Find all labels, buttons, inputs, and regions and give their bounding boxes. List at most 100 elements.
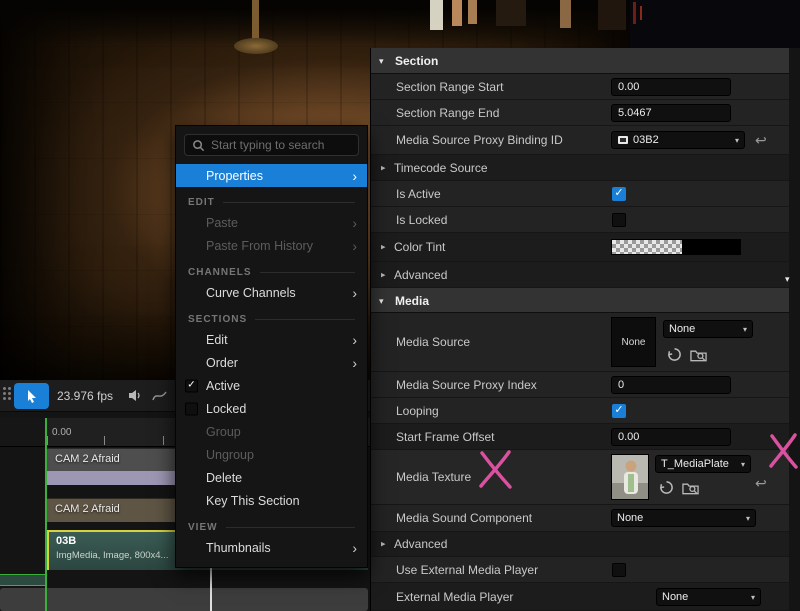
collapse-arrow-icon: ▾ xyxy=(379,296,384,307)
submenu-arrow-icon: › xyxy=(352,216,357,230)
use-external-player-checkbox[interactable]: ✓ xyxy=(612,563,626,577)
menu-item-label: Active xyxy=(206,379,240,393)
track-label: CAM 2 Afraid xyxy=(55,453,120,465)
curves-icon[interactable] xyxy=(152,389,167,407)
menu-item-label: Paste xyxy=(206,216,238,230)
locked-checkbox[interactable]: ✓ xyxy=(185,402,198,415)
looping-checkbox[interactable]: ✓ xyxy=(612,404,626,418)
proxy-index-input[interactable] xyxy=(611,376,731,394)
stage-figure xyxy=(430,0,443,30)
menu-item-label: Order xyxy=(206,356,238,370)
media-section-subtitle: ImgMedia, Image, 800x4... xyxy=(56,550,168,561)
start-frame-offset-input[interactable] xyxy=(611,428,731,446)
dropdown-value: None xyxy=(669,323,695,335)
ruler-time-label: 0.00 xyxy=(52,427,71,438)
external-player-dropdown[interactable]: None ▾ xyxy=(656,588,761,606)
row-start-frame-offset: Start Frame Offset xyxy=(371,424,789,450)
menu-item-thumbnails[interactable]: Thumbnails › xyxy=(176,536,367,559)
playhead[interactable] xyxy=(210,568,212,611)
category-media[interactable]: ▾ Media xyxy=(371,288,789,313)
row-section-range-end: Section Range End xyxy=(371,100,789,126)
menu-item-edit[interactable]: Edit › xyxy=(176,328,367,351)
section-range-start-input[interactable] xyxy=(611,78,731,96)
audio-icon[interactable] xyxy=(128,389,143,407)
menu-item-locked[interactable]: ✓ Locked xyxy=(176,397,367,420)
menu-item-label: Thumbnails xyxy=(206,541,271,555)
drag-handle-icon[interactable] xyxy=(3,387,13,405)
media-texture-dropdown[interactable]: T_MediaPlate ▾ xyxy=(655,455,751,473)
media-source-asset-thumbnail[interactable]: None xyxy=(611,317,656,367)
details-panel: ▾ Section Section Range Start Section Ra… xyxy=(370,48,800,611)
row-timecode-source[interactable]: ▸ Timecode Source xyxy=(371,155,789,181)
row-looping: Looping ✓ xyxy=(371,398,789,424)
submenu-arrow-icon: › xyxy=(352,356,357,370)
expand-arrow-icon[interactable]: ▸ xyxy=(381,539,386,550)
menu-header-channels: CHANNELS xyxy=(176,257,367,281)
row-binding-id: Media Source Proxy Binding ID 03B2 ▾ ↩ xyxy=(371,126,789,155)
binding-id-dropdown[interactable]: 03B2 ▾ xyxy=(611,131,745,149)
use-selected-asset-icon[interactable] xyxy=(665,346,683,362)
expand-arrow-icon[interactable]: ▸ xyxy=(381,242,386,253)
property-label: Section Range End xyxy=(396,106,499,120)
is-active-checkbox[interactable]: ✓ xyxy=(612,187,626,201)
media-sound-dropdown[interactable]: None ▾ xyxy=(611,509,756,527)
ruler-left-pad xyxy=(0,418,46,446)
row-advanced-section[interactable]: ▸ Advanced xyxy=(371,262,789,288)
selection-range-marker[interactable] xyxy=(45,418,47,611)
menu-item-group[interactable]: Group xyxy=(176,420,367,443)
is-locked-checkbox[interactable]: ✓ xyxy=(612,213,626,227)
section-context-menu: Properties › EDIT Paste › Paste From His… xyxy=(175,125,368,568)
reset-to-default-icon[interactable]: ↩ xyxy=(755,476,767,490)
menu-item-label: Locked xyxy=(206,402,246,416)
property-label: Start Frame Offset xyxy=(396,430,494,444)
ruler-tick xyxy=(47,436,48,445)
use-selected-asset-icon[interactable] xyxy=(657,479,675,495)
panel-scroll-indicator-icon[interactable]: ▾ xyxy=(785,274,790,285)
reset-to-default-icon[interactable]: ↩ xyxy=(755,133,767,147)
media-source-dropdown[interactable]: None ▾ xyxy=(663,320,753,338)
menu-item-label: Properties xyxy=(206,169,263,183)
menu-search-box[interactable] xyxy=(184,134,359,156)
property-label: Looping xyxy=(396,404,439,418)
expand-arrow-icon[interactable]: ▸ xyxy=(381,162,386,173)
dropdown-value: None xyxy=(617,512,643,524)
menu-item-order[interactable]: Order › xyxy=(176,351,367,374)
horizontal-scrollbar[interactable] xyxy=(0,588,368,611)
chevron-down-icon: ▾ xyxy=(738,325,747,334)
menu-item-curve-channels[interactable]: Curve Channels › xyxy=(176,281,367,304)
menu-item-delete[interactable]: Delete xyxy=(176,466,367,489)
search-icon xyxy=(192,139,205,152)
section-range-end-input[interactable] xyxy=(611,104,731,122)
menu-search-input[interactable] xyxy=(211,138,351,152)
menu-item-label: Paste From History xyxy=(206,239,313,253)
menu-item-label: Group xyxy=(206,425,241,439)
browse-to-asset-icon[interactable] xyxy=(681,480,699,496)
dropdown-value: None xyxy=(662,591,688,603)
category-label: Section xyxy=(395,54,438,68)
check-icon: ✓ xyxy=(614,405,623,416)
browse-to-asset-icon[interactable] xyxy=(689,347,707,363)
menu-item-label: Ungroup xyxy=(206,448,254,462)
menu-item-properties[interactable]: Properties › xyxy=(176,164,367,187)
expand-arrow-icon[interactable]: ▸ xyxy=(381,269,386,280)
menu-header-edit: EDIT xyxy=(176,187,367,211)
media-texture-thumbnail[interactable] xyxy=(611,454,649,500)
frame-rate-label[interactable]: 23.976 fps xyxy=(57,389,113,403)
menu-item-label: Curve Channels xyxy=(206,286,296,300)
playback-tool-button[interactable] xyxy=(14,383,49,409)
active-checkbox[interactable]: ✓ xyxy=(185,379,198,392)
color-tint-swatch[interactable] xyxy=(611,239,741,255)
menu-item-paste-from-history[interactable]: Paste From History › xyxy=(176,234,367,257)
ruler-tick xyxy=(104,436,105,445)
category-section[interactable]: ▾ Section xyxy=(371,48,789,74)
row-advanced-media[interactable]: ▸ Advanced xyxy=(371,532,789,557)
menu-item-ungroup[interactable]: Ungroup xyxy=(176,443,367,466)
menu-item-active[interactable]: ✓ Active xyxy=(176,374,367,397)
stage-figure xyxy=(468,0,477,24)
alpha-checker xyxy=(612,240,682,254)
track-label: CAM 2 Afraid xyxy=(55,503,120,515)
menu-item-paste[interactable]: Paste › xyxy=(176,211,367,234)
menu-item-key-this-section[interactable]: Key This Section xyxy=(176,489,367,512)
annotation-x-media-texture xyxy=(477,449,515,491)
submenu-arrow-icon: › xyxy=(352,541,357,555)
